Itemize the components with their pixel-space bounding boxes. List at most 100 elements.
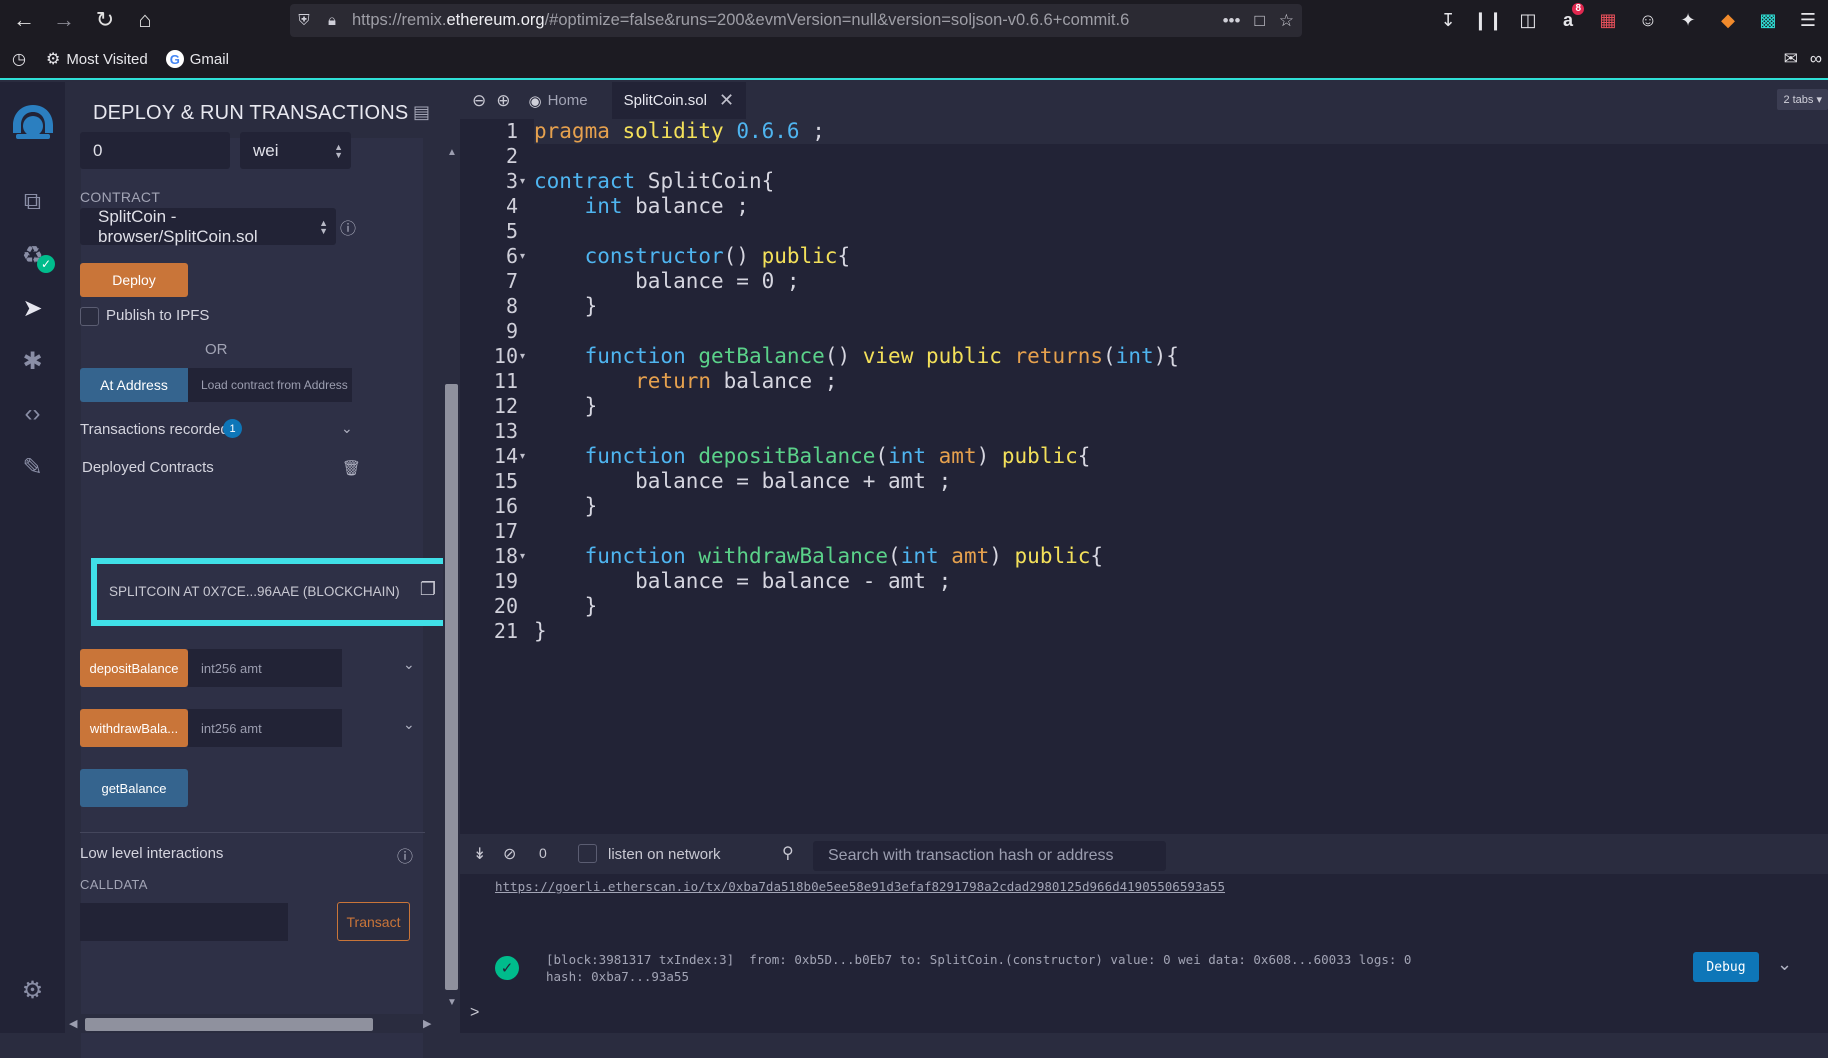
withdraw-balance-button[interactable]: withdrawBala... [80, 709, 188, 747]
chevron-down-icon[interactable]: ⌄ [341, 420, 353, 437]
code-line[interactable] [534, 519, 1828, 544]
code-line[interactable]: function withdrawBalance(int amt) public… [534, 544, 1828, 569]
code-line[interactable]: } [534, 294, 1828, 319]
home-icon[interactable]: ⌂ [126, 0, 164, 40]
metamask-fox-icon[interactable]: ◆ [1708, 0, 1748, 40]
terminal-search-input[interactable]: Search with transaction hash or address [813, 841, 1166, 871]
puzzle-icon[interactable]: ✦ [1668, 0, 1708, 40]
glasses-icon[interactable]: ∞ [1810, 49, 1822, 69]
history-icon[interactable]: ◷ [12, 49, 26, 69]
fold-arrow-icon[interactable]: ▾ [520, 176, 525, 187]
get-balance-button[interactable]: getBalance [80, 769, 188, 807]
code-line[interactable]: function depositBalance(int amt) public{ [534, 444, 1828, 469]
copy-icon[interactable]: ❐ [420, 579, 436, 600]
code-line[interactable]: balance = balance + amt ; [534, 469, 1828, 494]
info-icon[interactable]: ⓘ [397, 843, 413, 867]
transact-button[interactable]: Transact [337, 902, 410, 941]
code-line[interactable]: pragma solidity 0.6.6 ; [534, 119, 1828, 144]
scroll-left-icon[interactable]: ◀ [69, 1017, 77, 1030]
chevron-down-icon[interactable]: ⌄ [403, 716, 415, 733]
deployed-contract-instance[interactable]: SPLITCOIN AT 0X7CE...96AAE (BLOCKCHAIN) … [91, 558, 450, 626]
downloads-icon[interactable]: ↧ [1428, 0, 1468, 40]
code-editor[interactable]: pragma solidity 0.6.6 ; contract SplitCo… [534, 119, 1828, 809]
url-text[interactable]: https://remix.ethereum.org/#optimize=fal… [352, 11, 1192, 30]
bookmark-gmail[interactable]: G Gmail [165, 50, 229, 68]
bookmark-star-icon[interactable]: ☆ [1279, 11, 1294, 31]
fold-arrow-icon[interactable]: ▾ [520, 351, 525, 362]
collapse-terminal-icon[interactable]: ↡ [473, 844, 486, 864]
library-icon[interactable]: ❙❙ [1468, 0, 1508, 40]
bookmark-most-visited[interactable]: ⚙ Most Visited [46, 49, 148, 69]
value-input[interactable]: 0 [80, 132, 230, 169]
code-icon[interactable]: ‹› [0, 392, 65, 436]
solidity-compiler-icon[interactable]: ♻ ✓ [0, 233, 65, 277]
code-line[interactable]: } [534, 394, 1828, 419]
close-icon[interactable]: ✕ [719, 90, 734, 111]
clear-icon[interactable]: ⊘ [503, 844, 516, 864]
sidebar-icon[interactable]: ◫ [1508, 0, 1548, 40]
scroll-up-icon[interactable]: ▲ [447, 147, 457, 158]
scroll-right-icon[interactable]: ▶ [423, 1017, 431, 1030]
page-actions-icon[interactable]: ••• [1223, 11, 1241, 31]
code-line[interactable] [534, 319, 1828, 344]
forward-icon[interactable]: → [45, 0, 83, 40]
at-address-button[interactable]: At Address [80, 368, 188, 402]
tabs-count-dropdown[interactable]: 2 tabs ▾ [1777, 89, 1828, 110]
fold-arrow-icon[interactable]: ▾ [520, 551, 525, 562]
publish-ipfs-checkbox[interactable] [80, 307, 99, 326]
extensions-icon[interactable]: ▩ [1748, 0, 1788, 40]
withdraw-balance-input[interactable]: int256 amt [188, 709, 342, 747]
chevron-down-icon[interactable]: ⌄ [403, 656, 415, 673]
trash-icon[interactable]: 🗑︎ [342, 459, 361, 477]
scroll-thumb[interactable] [445, 384, 458, 990]
etherscan-tx-link[interactable]: https://goerli.etherscan.io/tx/0xba7da51… [495, 879, 1225, 894]
reload-icon[interactable]: ↻ [86, 0, 124, 40]
side-panel-scrollbar[interactable]: ▲ ▼ [443, 142, 460, 1008]
back-icon[interactable]: ← [5, 0, 43, 40]
at-address-input[interactable]: Load contract from Address [188, 368, 352, 402]
deploy-button[interactable]: Deploy [80, 263, 188, 297]
debugger-icon[interactable]: ✱ [0, 339, 65, 383]
account-icon[interactable]: ☺ [1628, 0, 1668, 40]
listen-network-checkbox[interactable] [578, 844, 597, 863]
info-icon[interactable]: ⓘ [340, 215, 356, 239]
code-line[interactable] [534, 144, 1828, 169]
menu-icon[interactable]: ☰ [1788, 0, 1828, 40]
mail-icon[interactable]: ✉ [1784, 49, 1798, 69]
pocket-icon[interactable]: □ [1254, 11, 1264, 31]
code-line[interactable]: balance = balance - amt ; [534, 569, 1828, 594]
fold-arrow-icon[interactable]: ▾ [520, 251, 525, 262]
code-line[interactable]: } [534, 619, 1828, 644]
code-line[interactable]: } [534, 594, 1828, 619]
settings-gear-icon[interactable]: ⚙ [0, 968, 65, 1012]
hscroll-thumb[interactable] [85, 1018, 373, 1031]
shield-icon[interactable]: ⛨ [290, 12, 318, 29]
contract-select[interactable]: SplitCoin - browser/SplitCoin.sol ▲ ▼ [80, 207, 336, 246]
tab-home[interactable]: ◉ Home [517, 82, 600, 119]
lock-icon[interactable]: 🔒︎ [318, 12, 346, 29]
fold-arrow-icon[interactable]: ▾ [520, 451, 525, 462]
code-line[interactable]: return balance ; [534, 369, 1828, 394]
code-line[interactable]: function getBalance() view public return… [534, 344, 1828, 369]
value-unit-select[interactable]: wei ▲ ▼ [240, 132, 351, 169]
code-line[interactable]: balance = 0 ; [534, 269, 1828, 294]
plugin-manager-icon[interactable]: ✎ [0, 445, 65, 489]
code-line[interactable] [534, 419, 1828, 444]
side-panel-hscrollbar[interactable]: ◀ ▶ [65, 1014, 440, 1033]
calldata-input[interactable] [80, 903, 288, 941]
chevron-down-icon[interactable]: ⌄ [1777, 954, 1792, 975]
debug-button[interactable]: Debug [1693, 952, 1759, 982]
transactions-recorded-label[interactable]: Transactions recorded [80, 421, 229, 438]
docs-icon[interactable]: ▤ [413, 102, 430, 123]
code-line[interactable] [534, 219, 1828, 244]
deploy-run-icon[interactable]: ➤ [0, 286, 65, 330]
zoom-out-icon[interactable]: ⊖ [472, 91, 486, 111]
deposit-balance-button[interactable]: depositBalance [80, 649, 188, 687]
zoom-in-icon[interactable]: ⊕ [496, 91, 510, 111]
terminal-prompt[interactable]: > [470, 1004, 479, 1022]
extension-red-icon[interactable]: ▦ [1588, 0, 1628, 40]
scroll-down-icon[interactable]: ▼ [447, 997, 457, 1008]
amazon-extension-icon[interactable]: a8 [1548, 0, 1588, 40]
address-bar[interactable]: ⛨ 🔒︎ https://remix.ethereum.org/#optimiz… [290, 4, 1302, 37]
remix-logo-icon[interactable] [0, 96, 65, 152]
